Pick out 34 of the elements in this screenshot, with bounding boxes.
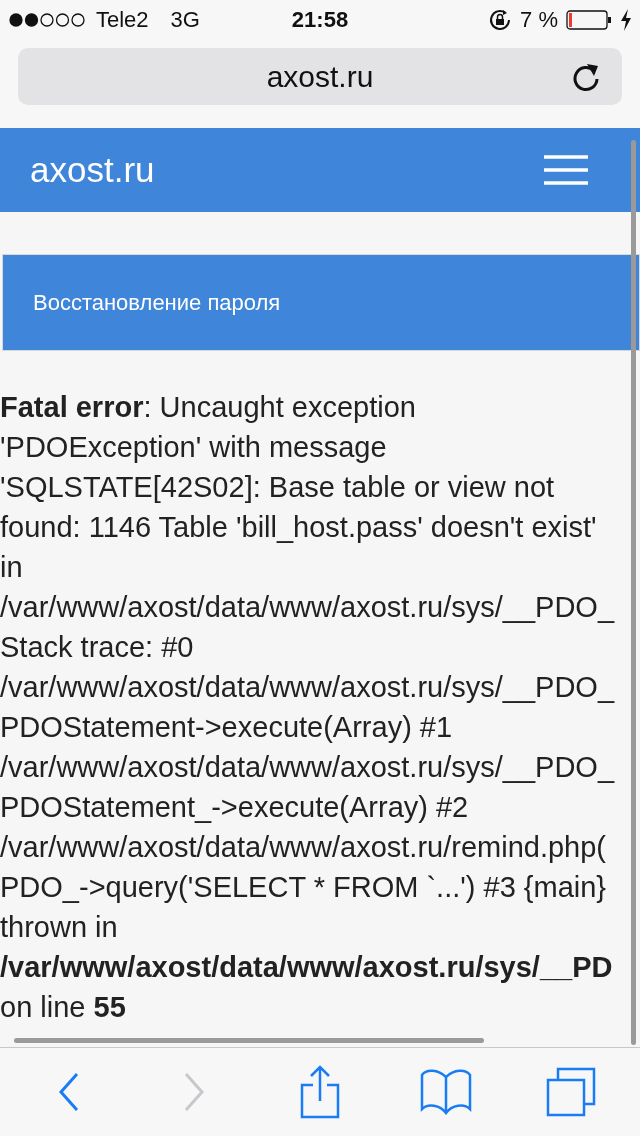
charging-icon bbox=[620, 9, 632, 31]
battery-percent: 7 % bbox=[520, 7, 558, 33]
network-type: 3G bbox=[170, 7, 200, 33]
error-line: on line 55 bbox=[0, 990, 126, 1025]
error-line: PDO_->query('SELECT * FROM `...') #3 {main} bbox=[0, 870, 607, 905]
reload-icon[interactable] bbox=[572, 62, 600, 92]
error-line: /var/www/axost/data/www/axost.ru/sys/__PDO_ bbox=[0, 670, 615, 705]
rotation-lock-icon bbox=[488, 8, 513, 32]
error-line: /var/www/axost/data/www/axost.ru/sys/__PD bbox=[0, 950, 613, 985]
error-line: in bbox=[0, 550, 23, 585]
battery-icon bbox=[566, 10, 612, 30]
signal-icon bbox=[8, 12, 88, 28]
error-line: Stack trace: #0 bbox=[0, 630, 194, 665]
error-line: found: 1146 Table 'bill_host.pass' doesn't exist' bbox=[0, 510, 597, 545]
tabs-icon bbox=[546, 1067, 597, 1117]
error-line: PDOStatement_->execute(Array) #2 bbox=[0, 790, 469, 825]
error-line: 'PDOException' with message bbox=[0, 430, 387, 465]
share-icon bbox=[300, 1065, 340, 1119]
address-bar[interactable]: axost.ru bbox=[18, 48, 622, 105]
panel-title: Восстановление пароля bbox=[33, 289, 281, 316]
error-line: /var/www/axost/data/www/axost.ru/remind.php( bbox=[0, 830, 606, 865]
clock-time: 21:58 bbox=[291, 7, 349, 33]
error-line: PDOStatement->execute(Array) #1 bbox=[0, 710, 453, 745]
book-icon bbox=[419, 1069, 472, 1115]
forward-icon bbox=[182, 1072, 207, 1112]
back-icon bbox=[56, 1072, 81, 1112]
error-line: Fatal error: Uncaught exception bbox=[0, 390, 416, 425]
error-line: /var/www/axost/data/www/axost.ru/sys/__PDO_ bbox=[0, 750, 615, 785]
menu-icon[interactable] bbox=[544, 155, 588, 185]
carrier-name: Tele2 bbox=[96, 7, 149, 33]
error-line: 'SQLSTATE[42S02]: Base table or view not bbox=[0, 470, 555, 505]
error-line: thrown in bbox=[0, 910, 118, 945]
site-title[interactable]: axost.ru bbox=[30, 150, 155, 190]
error-line: /var/www/axost/data/www/axost.ru/sys/__PDO_ bbox=[0, 590, 615, 625]
